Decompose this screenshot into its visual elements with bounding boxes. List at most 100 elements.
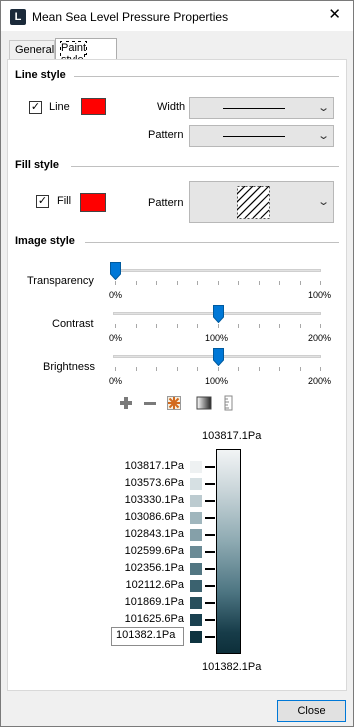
legend-row-tick	[205, 568, 215, 570]
legend-value-input[interactable]: 101382.1Pa	[111, 627, 184, 646]
slider-tick	[320, 324, 321, 328]
line-width-select[interactable]: ⌄	[189, 97, 334, 119]
line-pattern-select[interactable]: ⌄	[189, 125, 334, 147]
legend-row-label: 102599.6Pa	[124, 545, 184, 557]
slider-tick	[238, 367, 239, 371]
slider-tick	[300, 367, 301, 371]
slider-tick	[136, 281, 137, 285]
transparency-slider-thumb[interactable]	[110, 262, 121, 280]
legend-row-swatch[interactable]	[190, 563, 202, 575]
contrast-slider-thumb[interactable]	[213, 305, 224, 323]
slider-tick	[238, 281, 239, 285]
slider-tick	[320, 367, 321, 371]
slider-tick	[300, 281, 301, 285]
legend-row-swatch[interactable]	[190, 495, 202, 507]
legend-row-label: 102112.6Pa	[125, 579, 184, 591]
tab-paint-style[interactable]: Paint style	[55, 38, 117, 67]
transparency-label: Transparency	[27, 275, 94, 287]
legend-row-swatch[interactable]	[190, 461, 202, 473]
fill-style-divider	[71, 166, 339, 167]
contrast-min-label: 0%	[109, 333, 123, 343]
add-icon[interactable]	[118, 395, 134, 411]
slider-tick	[177, 367, 178, 371]
legend-row-tick	[205, 517, 215, 519]
legend-row-swatch[interactable]	[190, 597, 202, 609]
legend-row-tick	[205, 551, 215, 553]
slider-tick	[156, 281, 157, 285]
transparency-slider-track[interactable]	[113, 269, 321, 272]
close-button[interactable]: Close	[277, 700, 346, 722]
fill-pattern-select[interactable]: ⌄	[189, 181, 334, 223]
legend-row-label: 101625.6Pa	[124, 613, 184, 625]
gradient-icon[interactable]	[196, 395, 212, 411]
close-window-icon[interactable]: ✕	[328, 7, 341, 23]
window-title: Mean Sea Level Pressure Properties	[32, 10, 229, 24]
properties-window: L Mean Sea Level Pressure Properties ✕ G…	[0, 0, 354, 727]
width-label: Width	[157, 101, 186, 113]
slider-tick	[136, 324, 137, 328]
legend-row-swatch[interactable]	[190, 580, 202, 592]
legend-row-tick	[205, 466, 215, 468]
line-style-heading: Line style	[15, 69, 66, 81]
brightness-slider-thumb[interactable]	[213, 348, 224, 366]
image-style-divider	[85, 242, 339, 243]
slider-tick	[115, 324, 116, 328]
slider-tick	[259, 281, 260, 285]
line-pattern-sample	[223, 136, 285, 137]
line-color-swatch[interactable]	[81, 98, 106, 115]
colorbar-top-label: 103817.1Pa	[202, 430, 262, 442]
fill-checkbox-label: Fill	[57, 195, 72, 207]
slider-tick	[279, 367, 280, 371]
hatch-pattern-icon	[237, 186, 270, 219]
chevron-down-icon: ⌄	[316, 102, 330, 114]
slider-tick	[279, 281, 280, 285]
legend-row-swatch[interactable]	[190, 478, 202, 490]
title-bar: L Mean Sea Level Pressure Properties ✕	[1, 1, 353, 31]
app-logo-icon: L	[10, 9, 26, 25]
contrast-max-label: 200%	[308, 333, 332, 343]
legend-row-tick	[205, 483, 215, 485]
line-checkbox-label: Line	[49, 101, 70, 113]
legend-row-tick	[205, 500, 215, 502]
slider-tick	[197, 367, 198, 371]
fill-checkbox[interactable]: ✓	[36, 195, 49, 208]
color-edit-icon[interactable]	[166, 395, 182, 411]
legend-row-tick	[205, 619, 215, 621]
legend-row-swatch[interactable]	[190, 546, 202, 558]
legend-row-swatch[interactable]	[190, 631, 202, 643]
slider-tick	[115, 281, 116, 285]
chevron-down-icon: ⌄	[316, 130, 330, 142]
tab-general[interactable]: General	[9, 40, 55, 60]
slider-tick	[197, 324, 198, 328]
line-pattern-label: Pattern	[148, 129, 184, 141]
slider-tick	[177, 281, 178, 285]
line-checkbox[interactable]: ✓	[29, 101, 42, 114]
line-style-divider	[74, 76, 339, 77]
contrast-label: Contrast	[52, 318, 94, 330]
legend-row-swatch[interactable]	[190, 529, 202, 541]
fill-style-heading: Fill style	[15, 159, 60, 171]
legend-row-label: 102356.1Pa	[124, 562, 184, 574]
remove-icon[interactable]	[142, 395, 158, 411]
slider-tick	[218, 367, 219, 371]
contrast-ticks	[115, 324, 321, 328]
legend-row-swatch[interactable]	[190, 512, 202, 524]
slider-tick	[218, 281, 219, 285]
fill-color-swatch[interactable]	[80, 193, 106, 212]
legend-row-swatch[interactable]	[190, 614, 202, 626]
legend-row-label: 103573.6Pa	[124, 477, 184, 489]
slider-tick	[197, 281, 198, 285]
colorbar	[216, 449, 241, 654]
slider-tick	[177, 324, 178, 328]
slider-tick	[156, 324, 157, 328]
legend-row-label: 101869.1Pa	[124, 596, 184, 608]
legend-row-tick	[205, 534, 215, 536]
transparency-max-label: 100%	[308, 290, 332, 300]
ruler-icon[interactable]	[220, 395, 236, 411]
slider-tick	[218, 324, 219, 328]
colorbar-bottom-label: 101382.1Pa	[202, 661, 262, 673]
brightness-label: Brightness	[43, 361, 95, 373]
transparency-min-label: 0%	[109, 290, 123, 300]
brightness-mid-label: 100%	[205, 376, 229, 386]
legend-row-tick	[205, 585, 215, 587]
